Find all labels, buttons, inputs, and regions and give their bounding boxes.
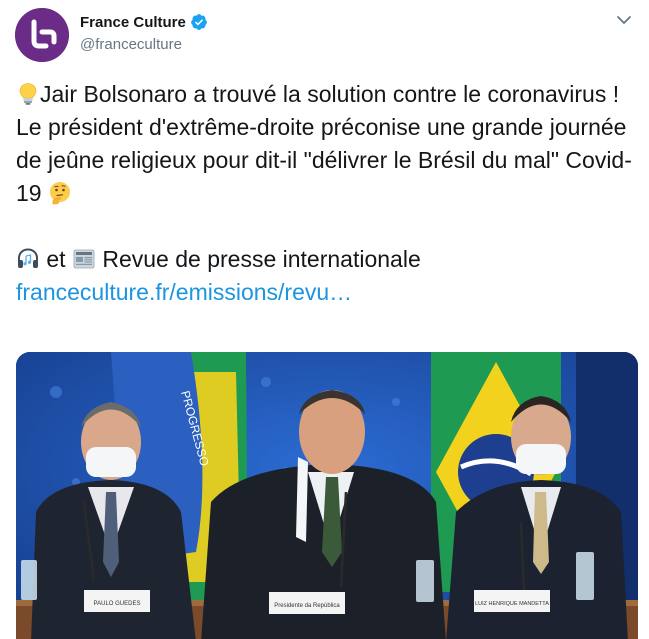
headphones-icon	[18, 248, 38, 268]
placard-right: LUIZ HENRIQUE MANDETTA	[475, 601, 549, 607]
author-block: France Culture @franceculture	[80, 12, 208, 53]
france-culture-logo-icon	[15, 8, 69, 62]
tweet-line-3-and: et	[46, 246, 66, 272]
placard-center: Presidente da República	[274, 603, 340, 609]
thinking-face-icon	[49, 182, 70, 205]
lightbulb-icon	[19, 83, 37, 105]
article-link[interactable]: franceculture.fr/emissions/revu…	[16, 279, 352, 305]
verified-badge-icon	[190, 14, 207, 30]
author-name[interactable]: France Culture	[80, 14, 186, 31]
press-conference-photo: PROGRESSO PAULO GUEDES Presidente da Rep…	[16, 352, 638, 639]
tweet-line-1-text: Jair Bolsonaro a trouvé la solution cont…	[40, 81, 620, 107]
tweet-text: Jair Bolsonaro a trouvé la solution cont…	[16, 78, 636, 309]
newspaper-icon	[73, 249, 95, 269]
author-handle[interactable]: @franceculture	[80, 36, 208, 53]
avatar[interactable]	[15, 8, 69, 62]
tweet-card: France Culture @franceculture Jair Bolso…	[0, 0, 649, 639]
tweet-line-2-text: Le président d'extrême-droite préconise …	[16, 114, 632, 206]
tweet-line-3: et Revue de presse internationale	[16, 243, 636, 276]
tweet-line-1: Jair Bolsonaro a trouvé la solution cont…	[16, 78, 636, 111]
tweet-image[interactable]: PROGRESSO PAULO GUEDES Presidente da Rep…	[16, 352, 638, 639]
tweet-line-3-text: Revue de presse internationale	[102, 246, 421, 272]
tweet-link-line: franceculture.fr/emissions/revu…	[16, 276, 636, 309]
chevron-down-icon[interactable]	[616, 12, 632, 28]
tweet-line-2: Le président d'extrême-droite préconise …	[16, 111, 636, 210]
placard-left: PAULO GUEDES	[94, 601, 141, 607]
